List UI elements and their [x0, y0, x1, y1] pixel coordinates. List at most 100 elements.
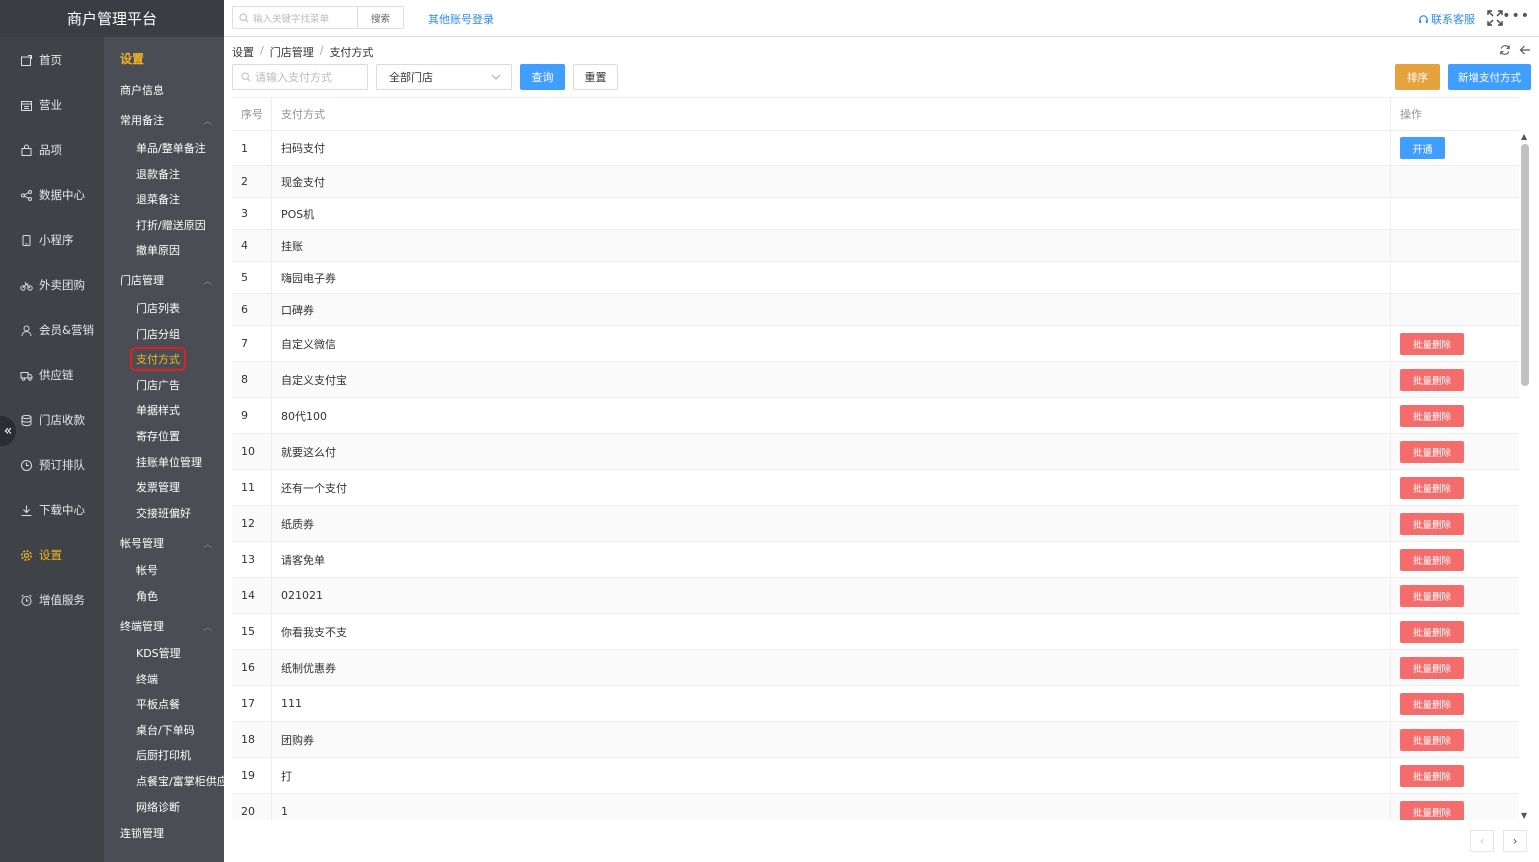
submenu-item[interactable]: 桌台/下单码 — [136, 722, 195, 738]
submenu-item[interactable]: 网络诊断 — [136, 799, 180, 815]
submenu-item[interactable]: 打折/赠送原因 — [136, 217, 206, 233]
scroll-down-arrow[interactable]: ▼ — [1521, 811, 1527, 820]
submenu-item[interactable]: 门店分组 — [136, 326, 180, 342]
rail-item[interactable]: 预订排队 — [0, 450, 104, 480]
reset-button[interactable]: 重置 — [573, 64, 618, 90]
submenu-item[interactable]: 退款备注 — [136, 166, 180, 182]
submenu-group[interactable]: 帐号管理 ︿ — [120, 535, 216, 551]
submenu-item[interactable]: 帐号 — [136, 562, 158, 578]
submenu-item[interactable]: 单据样式 — [136, 402, 180, 418]
row-index: 17 — [232, 686, 272, 721]
batch-delete-button[interactable]: 批量删除 — [1400, 728, 1464, 751]
submenu-item[interactable]: 单品/整单备注 — [136, 140, 206, 156]
row-operation: 批量删除 — [1390, 470, 1519, 505]
submenu-item[interactable]: 挂账单位管理 — [136, 454, 202, 470]
rail-item[interactable]: 外卖团购 — [0, 270, 104, 300]
rail-item[interactable]: 营业 — [0, 90, 104, 120]
batch-delete-button[interactable]: 批量删除 — [1400, 368, 1464, 391]
row-index: 6 — [232, 294, 272, 325]
submenu-group[interactable]: 门店管理 ︿ — [120, 272, 216, 288]
table-row: 4 挂账 — [232, 230, 1519, 262]
row-index: 8 — [232, 362, 272, 397]
submenu-item[interactable]: 交接班偏好 — [136, 505, 191, 521]
store-select[interactable]: 全部门店 — [376, 64, 512, 90]
submenu-group[interactable]: 常用备注 ︿ — [120, 112, 216, 128]
sort-button[interactable]: 排序 — [1395, 64, 1440, 90]
submenu-item[interactable]: KDS管理 — [136, 645, 181, 661]
rail-item[interactable]: 增值服务 — [0, 585, 104, 615]
rail-item[interactable]: 小程序 — [0, 225, 104, 255]
bike-icon — [19, 278, 33, 292]
row-payment-name: 纸制优惠券 — [281, 661, 336, 675]
submenu-item[interactable]: 点餐宝/富掌柜供应 — [136, 773, 224, 789]
rail-item[interactable]: 供应链 — [0, 360, 104, 390]
chevron-up-icon: ︿ — [202, 116, 212, 127]
submenu-item[interactable]: 连锁管理 — [120, 825, 164, 841]
submenu-group[interactable]: 终端管理 ︿ — [120, 618, 216, 634]
batch-delete-button[interactable]: 批量删除 — [1400, 404, 1464, 427]
table-row: 18 团购券 批量删除 — [232, 722, 1519, 758]
batch-delete-button[interactable]: 批量删除 — [1400, 800, 1464, 820]
add-payment-method-button[interactable]: 新增支付方式 — [1448, 64, 1531, 90]
table-header: 序号 支付方式 操作 — [232, 98, 1519, 131]
payment-method-search-input[interactable]: 请输入支付方式 — [232, 64, 368, 90]
rail-item[interactable]: 会员&营销 — [0, 315, 104, 345]
row-operation: 批量删除 — [1390, 542, 1519, 577]
scrollbar-thumb[interactable] — [1521, 144, 1529, 386]
refresh-icon[interactable] — [1499, 44, 1511, 56]
scroll-up-arrow[interactable]: ▲ — [1521, 132, 1527, 141]
table-scrollbar[interactable]: ▲ ▼ — [1519, 130, 1531, 820]
more-options-icon[interactable]: ••• — [1502, 8, 1530, 24]
batch-delete-button[interactable]: 批量删除 — [1400, 620, 1464, 643]
other-account-login-link[interactable]: 其他账号登录 — [428, 11, 494, 27]
menu-search-input[interactable]: 输入关键字找菜单 — [232, 6, 358, 29]
submenu-item[interactable]: 平板点餐 — [136, 696, 180, 712]
batch-delete-button[interactable]: 批量删除 — [1400, 692, 1464, 715]
submenu-item[interactable]: 撤单原因 — [136, 242, 180, 258]
row-index: 12 — [232, 506, 272, 541]
submenu-item-current[interactable]: 支付方式 — [130, 347, 186, 371]
batch-delete-button[interactable]: 批量删除 — [1400, 764, 1464, 787]
submenu-item[interactable]: 退菜备注 — [136, 191, 180, 207]
batch-delete-button[interactable]: 批量删除 — [1400, 476, 1464, 499]
submenu-item[interactable]: 门店列表 — [136, 300, 180, 316]
contact-support-link[interactable]: 联系客服 — [1418, 11, 1475, 27]
row-operation: 批量删除 — [1390, 434, 1519, 469]
rail-item[interactable]: 下载中心 — [0, 495, 104, 525]
submenu-item[interactable]: 发票管理 — [136, 479, 180, 495]
row-payment-name: 挂账 — [281, 239, 303, 253]
batch-delete-button[interactable]: 批量删除 — [1400, 656, 1464, 679]
breadcrumb-separator: / — [260, 44, 264, 57]
rail-item[interactable]: 品项 — [0, 135, 104, 165]
row-index: 20 — [232, 794, 272, 820]
calendar-icon — [19, 98, 33, 112]
rail-item[interactable]: 首页 — [0, 45, 104, 75]
batch-delete-button[interactable]: 批量删除 — [1400, 584, 1464, 607]
breadcrumb-item[interactable]: 门店管理 — [270, 44, 314, 60]
rail-item-label: 增值服务 — [39, 593, 85, 607]
batch-delete-button[interactable]: 批量删除 — [1400, 332, 1464, 355]
rail-item[interactable]: 数据中心 — [0, 180, 104, 210]
batch-delete-button[interactable]: 批量删除 — [1400, 512, 1464, 535]
submenu-item[interactable]: 寄存位置 — [136, 428, 180, 444]
breadcrumb-item[interactable]: 设置 — [232, 44, 254, 60]
submenu-item[interactable]: 商户信息 — [120, 82, 164, 98]
submenu-item[interactable]: 终端 — [136, 671, 158, 687]
batch-delete-button[interactable]: 批量删除 — [1400, 548, 1464, 571]
batch-delete-button[interactable]: 批量删除 — [1400, 440, 1464, 463]
submenu-item[interactable]: 后厨打印机 — [136, 747, 191, 763]
open-button[interactable]: 开通 — [1400, 137, 1445, 159]
rail-item-label: 设置 — [39, 548, 62, 562]
submenu-item[interactable]: 门店广告 — [136, 377, 180, 393]
query-button[interactable]: 查询 — [520, 64, 565, 90]
back-arrow-icon[interactable] — [1519, 44, 1531, 56]
submenu-item[interactable]: 角色 — [136, 588, 158, 604]
next-page-button[interactable]: › — [1503, 830, 1527, 852]
menu-search-button[interactable]: 搜索 — [357, 6, 404, 29]
prev-page-button[interactable]: ‹ — [1470, 830, 1494, 852]
rail-item[interactable]: 设置 — [0, 540, 104, 570]
row-operation: 批量删除 — [1390, 794, 1519, 820]
row-payment-name: POS机 — [281, 207, 315, 221]
fullscreen-icon[interactable] — [1487, 10, 1503, 26]
table-row: 3 POS机 — [232, 198, 1519, 230]
